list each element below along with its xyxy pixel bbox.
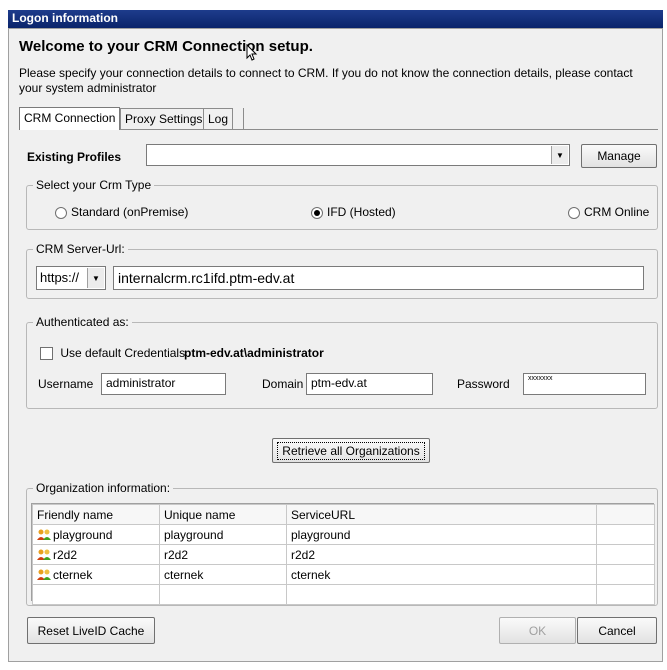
protocol-select[interactable]: https:// ▼ [36, 266, 106, 290]
radio-button[interactable] [55, 206, 67, 219]
server-url-legend: CRM Server-Url: [33, 242, 128, 256]
cancel-button[interactable]: Cancel [577, 617, 657, 644]
auth-legend: Authenticated as: [33, 315, 132, 329]
column-header-friendly-name[interactable]: Friendly name [32, 504, 160, 525]
password-input[interactable]: xxxxxxx [523, 373, 646, 395]
chevron-down-icon[interactable]: ▼ [551, 146, 568, 164]
cell-service-url: r2d2 [286, 544, 597, 565]
current-user-label: ptm-edv.at\administrator [184, 346, 324, 360]
window-title: Logon information [12, 11, 118, 25]
cell-unique-name: r2d2 [159, 544, 287, 565]
table-row[interactable]: r2d2 r2d2 r2d2 [32, 544, 655, 565]
users-icon [37, 529, 51, 541]
cell-service-url: cternek [286, 564, 597, 585]
radio-button[interactable] [311, 206, 323, 219]
mouse-cursor-icon [246, 43, 258, 65]
org-info-legend: Organization information: [33, 481, 174, 495]
password-label: Password [457, 377, 510, 391]
ok-button[interactable]: OK [499, 617, 576, 644]
auth-group: Authenticated as: [26, 315, 658, 409]
cell-unique-name: cternek [159, 564, 287, 585]
cell-friendly-name: r2d2 [53, 547, 78, 562]
table-row[interactable]: cternek cternek cternek [32, 564, 655, 585]
users-icon [37, 549, 51, 561]
cell-service-url: playground [286, 524, 597, 545]
window-titlebar: Logon information [8, 10, 663, 28]
chevron-down-icon[interactable]: ▼ [87, 268, 104, 288]
manage-button[interactable]: Manage [581, 144, 657, 168]
reset-liveid-cache-button[interactable]: Reset LiveID Cache [27, 617, 155, 644]
tab-crm-connection[interactable]: CRM Connection [19, 107, 121, 130]
default-credentials-checkbox[interactable]: Use default Credentials [40, 346, 185, 361]
crm-type-legend: Select your Crm Type [33, 178, 155, 192]
tab-log[interactable]: Log [203, 108, 234, 129]
tab-strip-end [243, 108, 244, 129]
server-url-input[interactable]: internalcrm.rc1ifd.ptm-edv.at [113, 266, 644, 290]
radio-crm-online[interactable]: CRM Online [568, 205, 649, 219]
column-header-unique-name[interactable]: Unique name [159, 504, 287, 525]
existing-profiles-select[interactable]: ▼ [146, 144, 570, 166]
username-input[interactable]: administrator [101, 373, 226, 395]
org-table: Friendly name Unique name ServiceURL pla… [32, 504, 655, 605]
checkbox[interactable] [40, 347, 53, 361]
domain-label: Domain [262, 377, 304, 391]
table-row[interactable]: playground playground playground [32, 524, 655, 545]
table-header-row: Friendly name Unique name ServiceURL [32, 504, 655, 525]
radio-button[interactable] [568, 206, 580, 219]
cell-friendly-name: cternek [53, 567, 93, 582]
description-text: Please specify your connection details t… [19, 66, 633, 95]
domain-input[interactable]: ptm-edv.at [306, 373, 433, 395]
column-header-service-url[interactable]: ServiceURL [286, 504, 597, 525]
column-header-empty [596, 504, 655, 525]
username-label: Username [38, 377, 94, 391]
cell-unique-name: playground [159, 524, 287, 545]
org-table-container: Friendly name Unique name ServiceURL pla… [31, 503, 655, 605]
existing-profiles-label: Existing Profiles [27, 150, 122, 164]
tab-divider [120, 129, 658, 130]
table-row-empty [32, 584, 655, 605]
radio-standard[interactable]: Standard (onPremise) [55, 205, 188, 219]
cell-friendly-name: playground [53, 527, 113, 542]
tab-proxy-settings[interactable]: Proxy Settings [120, 108, 208, 129]
users-icon [37, 569, 51, 581]
retrieve-organizations-button[interactable]: Retrieve all Organizations [272, 438, 430, 463]
welcome-heading: Welcome to your CRM Connection setup. [19, 38, 313, 55]
radio-ifd-hosted[interactable]: IFD (Hosted) [311, 205, 396, 219]
